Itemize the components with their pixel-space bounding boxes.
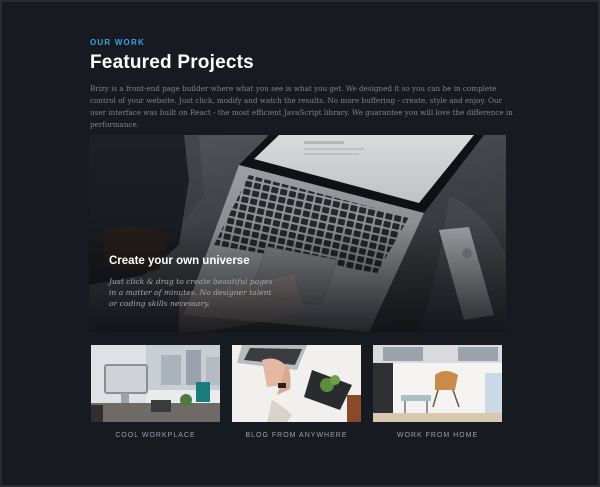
workplace-image bbox=[91, 345, 220, 422]
project-card-blog-from-anywhere[interactable]: BLOG FROM ANYWHERE bbox=[232, 345, 361, 439]
project-card-work-from-home[interactable]: WORK FROM HOME bbox=[373, 345, 502, 439]
hero-project-card[interactable]: Create your own universe Just click & dr… bbox=[89, 135, 506, 332]
hero-description: Just click & drag to create beautiful pa… bbox=[109, 277, 273, 308]
project-card-cool-workplace[interactable]: COOL WORKPLACE bbox=[91, 345, 220, 439]
home-image bbox=[373, 345, 502, 422]
section-title: Featured Projects bbox=[90, 52, 254, 73]
hero-title: Create your own universe bbox=[109, 255, 250, 267]
card-label: WORK FROM HOME bbox=[396, 432, 479, 439]
section-eyebrow: OUR WORK bbox=[90, 38, 145, 47]
card-label: BLOG FROM ANYWHERE bbox=[245, 432, 348, 439]
blog-image bbox=[232, 345, 361, 422]
section-description: Brizy is a front-end page builder where … bbox=[90, 84, 513, 129]
card-label: COOL WORKPLACE bbox=[115, 432, 196, 439]
